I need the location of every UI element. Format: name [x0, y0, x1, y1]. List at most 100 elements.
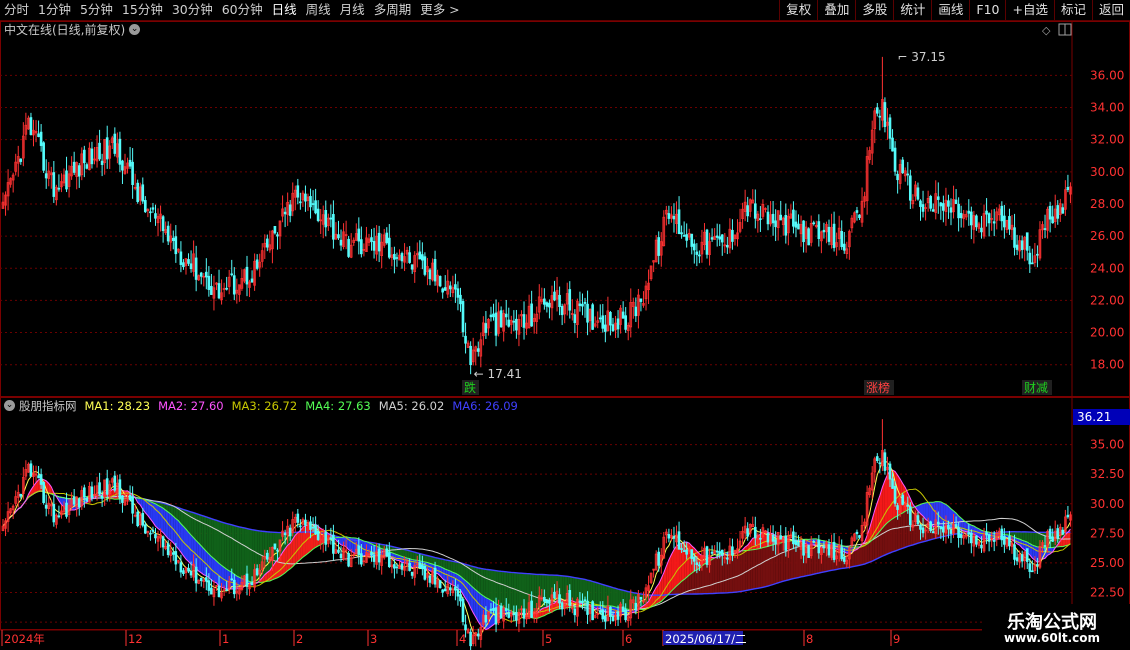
toolbar-button-3[interactable]: 统计 [893, 0, 931, 20]
ma-label-4: MA4: 27.63 [305, 398, 371, 413]
toolbar-button-1[interactable]: 叠加 [817, 0, 855, 20]
main-candle-body [705, 229, 709, 255]
indicator-candle-body [1013, 544, 1016, 560]
indicator-candle-body [105, 478, 109, 495]
ribbon-long [892, 517, 896, 552]
ribbon-long [882, 525, 885, 557]
ribbon-long [229, 524, 232, 573]
indicator-candle-body [591, 601, 594, 621]
main-candle-body [573, 314, 577, 324]
toolbar: 分时 1分钟 5分钟 15分钟 30分钟 60分钟 日线 周线 月线 多周期 更多 > 复权 叠加 多股… [0, 0, 1130, 21]
main-candle-body [166, 225, 170, 242]
indicator-candle-body [695, 562, 699, 565]
main-candle-body [1056, 205, 1060, 219]
ribbon-long [887, 520, 891, 554]
indicator-candle-body [682, 550, 686, 552]
main-candle-body [624, 315, 627, 330]
indicator-candle-body [1003, 535, 1006, 545]
indicator-candle-body [677, 531, 681, 550]
main-panel-frame [0, 21, 1130, 397]
main-candle-body [731, 229, 734, 242]
main-candle-body [779, 214, 783, 221]
ribbon-long [457, 562, 461, 577]
main-candle-body [987, 213, 991, 224]
ribbon-long [760, 547, 763, 588]
time-axis-label: 3 [370, 632, 377, 646]
main-candle-body [718, 236, 722, 240]
main-candle-body [875, 107, 879, 114]
ribbon-short [165, 510, 169, 539]
indicator-candle-body [947, 524, 950, 530]
chart-canvas[interactable]: 36.00 34.00 32.00 30.00 28.00 26.00 24.00 22.00… [0, 0, 1130, 650]
time-axis-label: 1 [222, 632, 229, 646]
main-candle-body [77, 165, 81, 177]
main-candle-body [969, 211, 973, 226]
indicator-candle-body [77, 498, 81, 508]
period-tab-2[interactable]: 5分钟 [80, 0, 113, 20]
indicator-candle-body [586, 600, 589, 615]
indicator-candle-body [454, 586, 457, 591]
main-candle-body [916, 187, 920, 200]
main-candle-body [187, 259, 190, 264]
toolbar-button-7[interactable]: 标记 [1053, 0, 1092, 20]
period-tab-7[interactable]: 周线 [306, 0, 331, 20]
main-candle-body [19, 158, 23, 162]
toolbar-button-6[interactable]: +自选 [1005, 0, 1053, 20]
period-tab-1[interactable]: 1分钟 [38, 0, 71, 20]
main-candle-body [512, 320, 516, 323]
period-tab-5[interactable]: 60分钟 [222, 0, 263, 20]
period-tab-0[interactable]: 分时 [4, 0, 29, 20]
main-candle-body [601, 315, 605, 329]
indicator-candle-body [611, 615, 615, 622]
chevron-down-icon[interactable]: ⌄ [4, 400, 15, 411]
toolbar-button-8[interactable]: 返回 [1091, 0, 1130, 20]
main-candle-body [936, 196, 940, 200]
indicator-candle-body [967, 532, 971, 535]
toolbar-button-2[interactable]: 多股 [855, 0, 893, 20]
main-candle-body [692, 243, 696, 251]
period-tab-9[interactable]: 多周期 [374, 0, 412, 20]
indicator-candle-body [530, 600, 533, 618]
main-candle-body [883, 102, 887, 128]
main-candle-body [136, 182, 139, 202]
ribbon-short [676, 544, 680, 587]
indicator-candle-body [400, 563, 404, 570]
chevron-down-icon[interactable]: ⌄ [129, 23, 141, 35]
indicator-candle-body [705, 546, 709, 565]
main-candle-body [975, 215, 978, 228]
ribbon-long [241, 527, 245, 580]
indicator-candle-body [545, 599, 549, 604]
indicator-candle-body [992, 540, 996, 542]
period-tab-4[interactable]: 30分钟 [172, 0, 213, 20]
crosshair-date: 2025/06/17/二 [665, 632, 747, 646]
indicator-candle-body [583, 599, 587, 602]
toolbar-button-4[interactable]: 画线 [931, 0, 969, 20]
period-tab-10[interactable]: 更多 > [420, 0, 459, 20]
indicator-candle-body [985, 532, 988, 536]
ma-label-5: MA5: 26.02 [378, 398, 445, 413]
period-tab-6[interactable]: 日线 [272, 0, 297, 20]
toolbar-button-5[interactable]: F10 [969, 0, 1005, 20]
ribbon-long [902, 511, 906, 549]
time-axis-label: 6 [625, 632, 632, 646]
ribbon-long [191, 511, 194, 538]
main-candle-body [896, 173, 899, 181]
main-candle-body [759, 218, 762, 220]
indicator-candle-body [807, 545, 810, 558]
indicator-candle-body [558, 594, 561, 604]
indicator-candle-body [896, 505, 899, 510]
period-tab-3[interactable]: 15分钟 [122, 0, 163, 20]
toolbar-button-0[interactable]: 复权 [779, 0, 817, 20]
main-candle-body [901, 159, 905, 174]
indicator-candle-body [916, 515, 920, 525]
period-tab-8[interactable]: 月线 [340, 0, 365, 20]
main-candle-body [29, 117, 33, 135]
ribbon-long [1032, 532, 1035, 547]
main-candle-body [591, 304, 594, 330]
ribbon-long [231, 524, 235, 575]
high-price-label: ⌐ 37.15 [897, 50, 945, 64]
main-candle-body [273, 225, 277, 234]
ribbon-long [762, 546, 766, 588]
indicator-candle-body [29, 463, 33, 477]
ribbon-long [445, 559, 448, 571]
